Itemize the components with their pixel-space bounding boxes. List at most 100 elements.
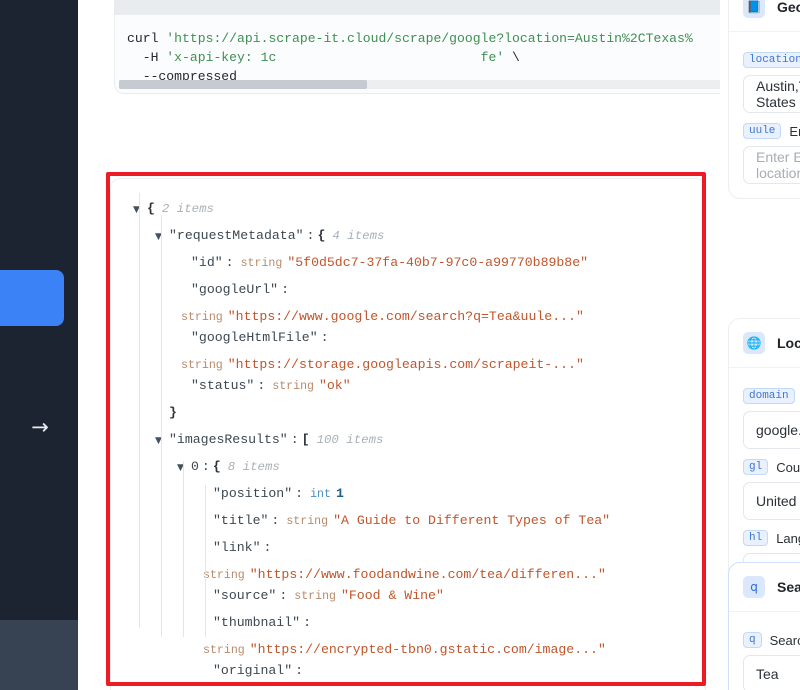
json-type-label: string [203,569,245,582]
json-tree[interactable]: ▼{2 items▼"requestMetadata":{4 items▼"id… [111,179,705,683]
parameter-card-body: locationLocation Austin,Texas,United Stat… [729,32,800,198]
parameter-tag-uule: uule [743,123,782,139]
json-key: "googleHtmlFile" [191,330,318,345]
parameter-tag-hl: hl [743,530,769,546]
json-row[interactable]: ▼"googleHtmlFile": [133,330,705,350]
parameter-tag-q: q [743,632,762,648]
curl-code-line: curl 'https://api.scrape-it.cloud/scrape… [127,29,720,48]
sidebar-primary-button[interactable] [0,270,64,326]
json-value-continuation[interactable]: string "https://www.google.com/search?q=T… [133,309,705,329]
globe-icon: 🌐 [743,332,765,354]
parameter-card-header: 🌐 Localization [729,319,800,368]
json-string-value: "Food & Wine" [340,588,444,603]
json-key: "googleUrl" [191,282,279,297]
parameter-field-label: uule Encoded location [743,123,800,139]
json-item-count: 4 items [332,229,385,243]
json-row[interactable]: ▼"title": string "A Guide to Different Typ… [133,513,705,533]
json-row[interactable]: ▼{2 items [133,201,705,221]
json-row[interactable]: ▼"source": string "Food & Wine" [133,588,705,608]
json-row[interactable]: ▼ 0:{8 items [133,459,705,479]
json-string-value: "A Guide to Different Types of Tea" [333,513,611,528]
code-token: \ [512,50,520,65]
json-brace: { [317,228,326,243]
json-string-value: "https://www.google.com/search?q=Tea&uul… [227,309,584,324]
parameter-card-geo: 📘 Geo locationLocation Austin,Texas,United … [728,0,800,199]
caret-spacer: ▼ [155,409,169,419]
json-value-continuation[interactable]: string "https://encrypted-tbn0.gstatic.co… [133,642,705,662]
caret-spacer: ▼ [177,334,191,344]
parameter-tag-location: location [743,52,800,68]
json-colon: : [279,588,288,603]
json-colon: : [257,378,266,393]
json-item-count: 8 items [227,460,280,474]
parameter-input-q[interactable]: Tea [743,655,800,690]
json-colon: : [225,255,234,270]
caret-expanded-icon[interactable]: ▼ [155,232,169,242]
caret-spacer: ▼ [199,517,213,527]
json-tree-guide-line [139,193,140,628]
json-row[interactable]: ▼ "requestMetadata":{4 items [133,228,705,248]
parameter-input-uule[interactable]: Enter Encoded location [743,146,800,184]
json-row[interactable]: ▼"original": [133,663,705,683]
json-value-continuation[interactable]: string "https://storage.googleapis.com/sc… [133,357,705,377]
request-preview-body: curl 'https://api.scrape-it.cloud/scrape… [115,15,720,93]
parameter-card-header: q Search [729,563,800,612]
json-value-continuation[interactable]: string "https://www.foodandwine.com/tea/d… [133,567,705,587]
main-content-column: </> Request Preview curl ⌄ curl 'https:/… [78,0,720,690]
caret-expanded-icon[interactable]: ▼ [155,436,169,446]
parameter-field-name: Encoded location [789,123,800,139]
code-token: 'https://api.scrape-it.cloud/scrape/goog… [166,31,693,46]
parameter-input-gl[interactable]: United States [743,482,800,520]
json-type-label: string [286,515,329,528]
book-icon: 📘 [743,0,765,18]
json-key: "imagesResults" [169,432,288,447]
json-row[interactable]: ▼"googleUrl": [133,282,705,302]
json-brace: [ [301,432,310,447]
caret-spacer: ▼ [177,259,191,269]
json-string-value: "https://storage.googleapis.com/scrapeit… [227,357,584,372]
json-key: "status" [191,378,255,393]
json-row[interactable]: ▼"link": [133,540,705,560]
caret-spacer: ▼ [199,490,213,500]
json-key: "thumbnail" [213,615,301,630]
json-row[interactable]: ▼"id": string "5f0d5dc7-37fa-40b7-97c0-a99… [133,255,705,275]
caret-spacer: ▼ [177,382,191,392]
json-row[interactable]: ▼"status": string "ok" [133,378,705,398]
json-tree-guide-line [183,461,184,637]
json-row[interactable]: ▼"position": int 1 [133,486,705,506]
parameter-card-header: 📘 Geo [729,0,800,32]
caret-expanded-icon[interactable]: ▼ [133,205,147,215]
request-preview-card: </> Request Preview curl ⌄ curl 'https:/… [114,0,720,94]
caret-spacer: ▼ [199,619,213,629]
json-colon: : [263,540,272,555]
right-parameters-panel: 📘 Geo locationLocation Austin,Texas,United … [720,0,800,690]
code-token: curl [127,31,167,46]
code-horizontal-scrollbar[interactable] [119,80,720,89]
parameter-input-domain[interactable]: google.com [743,411,800,449]
json-key: 0 [191,459,199,474]
curl-code-line: -H 'x-api-key: 1c fe' \ [127,48,720,67]
json-key: "title" [213,513,269,528]
parameter-card-title: Localization [777,335,800,351]
json-item-count: 2 items [161,202,214,216]
json-type-label: string [272,380,314,393]
curl-code-block[interactable]: curl 'https://api.scrape-it.cloud/scrape… [115,29,720,87]
parameter-input-location[interactable]: Austin,Texas,United States [743,75,800,113]
json-row[interactable]: ▼"thumbnail": [133,615,705,635]
json-row[interactable]: ▼} [133,405,705,425]
json-colon: : [320,330,329,345]
caret-expanded-icon[interactable]: ▼ [177,463,191,473]
parameter-field-name: Language [776,530,800,546]
arrow-right-icon[interactable]: → [16,412,64,442]
json-colon: : [295,486,304,501]
code-token: fe' [480,50,513,65]
json-type-label: string [240,257,283,270]
sidebar-footer-section [0,620,78,690]
json-colon: : [271,513,280,528]
json-key: "id" [191,255,223,270]
json-key: "position" [213,486,293,501]
parameter-tag-domain: domain [743,388,795,404]
code-scrollbar-thumb[interactable] [119,80,367,89]
json-row[interactable]: ▼ "imagesResults":[100 items [133,432,705,452]
